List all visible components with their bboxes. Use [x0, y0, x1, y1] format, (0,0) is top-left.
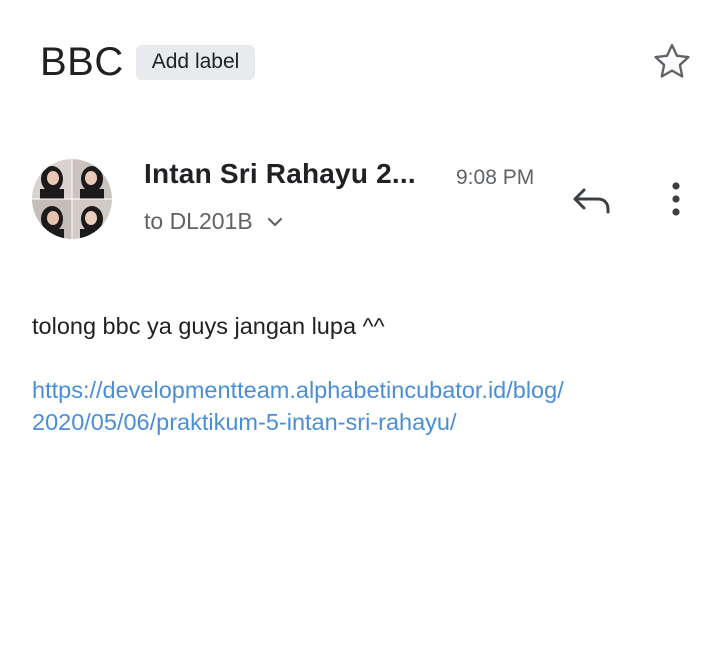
link-line-2: 2020/05/06/praktikum-5-intan-sri-rahayu/ — [32, 409, 457, 435]
reply-icon[interactable] — [570, 182, 616, 222]
sender-avatar[interactable] — [32, 159, 112, 239]
link-line-1: https://developmentteam.alphabetincubato… — [32, 377, 564, 403]
email-view: BBC Add label Intan Sri Rahayu 2... 9:08… — [0, 0, 720, 647]
sender-name[interactable]: Intan Sri Rahayu 2... — [144, 158, 416, 190]
add-label-chip[interactable]: Add label — [135, 44, 256, 80]
more-vertical-icon[interactable] — [660, 180, 692, 220]
star-icon[interactable] — [650, 40, 694, 84]
email-subject: BBC — [40, 40, 124, 84]
recipient-details-toggle[interactable]: to DL201B — [144, 208, 285, 235]
email-time: 9:08 PM — [456, 166, 535, 189]
chevron-down-icon — [265, 212, 285, 232]
recipient-text: to DL201B — [144, 208, 253, 234]
subject-row: BBC Add label — [40, 40, 700, 84]
email-body-link[interactable]: https://developmentteam.alphabetincubato… — [32, 374, 692, 438]
email-body-text: tolong bbc ya guys jangan lupa ^^ — [32, 313, 385, 339]
